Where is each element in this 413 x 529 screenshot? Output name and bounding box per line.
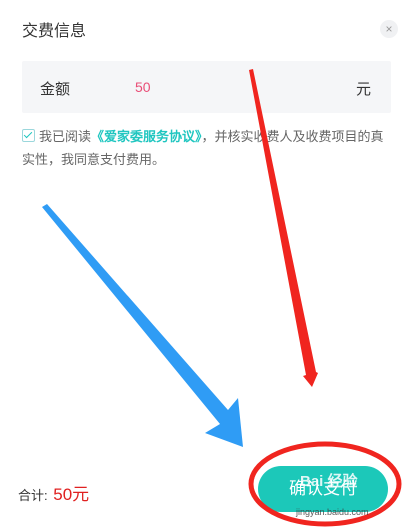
dialog-title: 交费信息 [22, 23, 87, 40]
amount-unit: 元 [355, 81, 371, 98]
agreement-checkbox[interactable] [22, 129, 35, 142]
amount-row: 金额 50 元 [22, 61, 391, 113]
close-icon[interactable]: × [380, 20, 398, 38]
agreement-prefix: 我已阅读 [39, 129, 92, 144]
payment-dialog: 交费信息 × 金额 50 元 我已阅读《爱家委服务协议》，并核实收费人及收费项目… [0, 0, 413, 529]
watermark-url: jingyan.baidu.com [296, 507, 369, 517]
amount-value: 50 [135, 79, 151, 95]
total-row: 合计: 50元 [18, 480, 89, 505]
agreement-text: 我已阅读《爱家委服务协议》，并核实收费人及收费项目的真实性，我同意支付费用。 [22, 125, 394, 171]
amount-label: 金额 [40, 81, 71, 98]
total-amount: 50元 [53, 485, 90, 504]
watermark-logo: Bai 经验 [300, 473, 358, 490]
total-label: 合计: [18, 488, 48, 503]
agreement-link[interactable]: 《爱家委服务协议》 [91, 129, 202, 144]
